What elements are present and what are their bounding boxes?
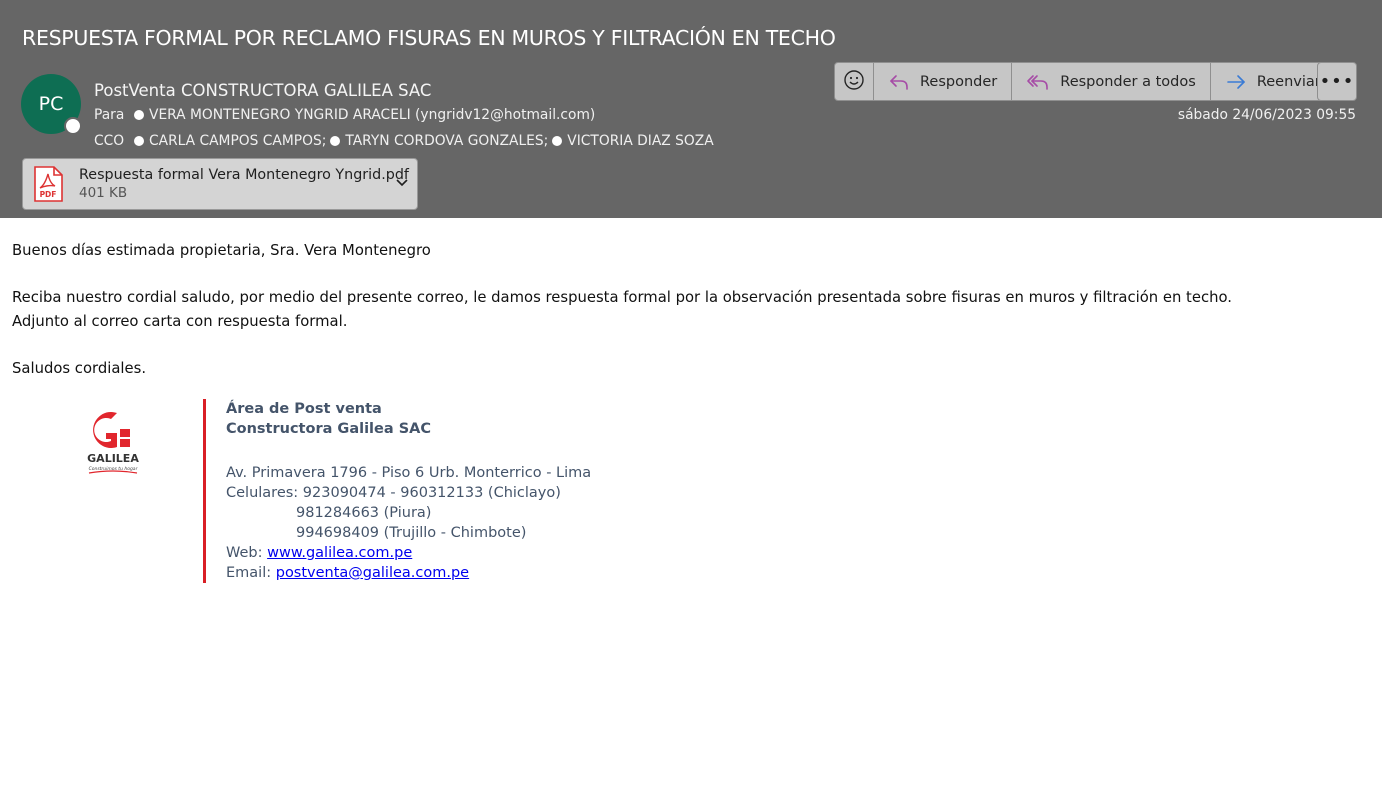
message-body: Buenos días estimada propietaria, Sra. V… [12, 239, 1372, 381]
body-line-2: Adjunto al correo carta con respuesta fo… [12, 313, 348, 330]
to-line: Para VERA MONTENEGRO YNGRID ARACELI (yng… [94, 107, 595, 123]
body-line-1: Reciba nuestro cordial saludo, por medio… [12, 289, 1232, 306]
recipient[interactable]: VERA MONTENEGRO YNGRID ARACELI (yngridv1… [134, 107, 595, 123]
message-header: RESPUESTA FORMAL POR RECLAMO FISURAS EN … [0, 0, 1382, 218]
chevron-down-icon[interactable] [395, 175, 409, 194]
sent-date: sábado 24/06/2023 09:55 [1177, 107, 1356, 123]
forward-arrow-icon [1225, 72, 1247, 92]
greeting: Buenos días estimada propietaria, Sra. V… [12, 242, 431, 259]
forward-label: Reenviar [1256, 73, 1321, 90]
cc-recipient[interactable]: VICTORIA DIAZ SOZA [552, 133, 714, 149]
email-link[interactable]: postventa@galilea.com.pe [276, 565, 469, 581]
signature-phone-3: 994698409 (Trujillo - Chimbote) [296, 525, 527, 541]
signature-company: Constructora Galilea SAC [226, 421, 432, 437]
signature-text: Área de Post venta Constructora Galilea … [226, 399, 591, 583]
email-label: Email: [226, 565, 276, 581]
action-toolbar: Responder Responder a todos Reenviar [834, 62, 1336, 101]
presence-dot-icon [330, 136, 341, 146]
signature-area: Área de Post venta [226, 401, 382, 417]
signature-address: Av. Primavera 1796 - Piso 6 Urb. Monterr… [226, 465, 592, 481]
avatar-initials: PC [38, 93, 64, 115]
signature-phones: Celulares: 923090474 - 960312133 (Chicla… [226, 485, 561, 501]
reply-all-button[interactable]: Responder a todos [1012, 63, 1211, 100]
more-icon: ••• [1319, 71, 1355, 92]
signature-divider [203, 399, 206, 583]
web-label: Web: [226, 545, 268, 561]
attachment-name: Respuesta formal Vera Montenegro Yngrid.… [79, 167, 409, 183]
presence-dot-icon [134, 110, 144, 120]
reply-label: Responder [920, 73, 998, 90]
pdf-file-icon: PDF [33, 166, 63, 202]
presence-dot-icon [134, 136, 144, 146]
attachment-card[interactable]: PDF Respuesta formal Vera Montenegro Yng… [22, 158, 418, 210]
recipient-name: VERA MONTENEGRO YNGRID ARACELI (yngridv1… [149, 107, 596, 123]
presence-status-icon [64, 117, 82, 135]
logo-wordmark: GALILEA [87, 452, 139, 465]
signature-phone-2: 981284663 (Piura) [296, 505, 432, 521]
cc-recipient[interactable]: CARLA CAMPOS CAMPOS; [134, 133, 326, 149]
cc-recipient-name: VICTORIA DIAZ SOZA [567, 133, 714, 149]
cc-recipient[interactable]: TARYN CORDOVA GONZALES; [330, 133, 548, 149]
closing: Saludos cordiales. [12, 360, 147, 377]
presence-dot-icon [552, 136, 563, 146]
web-link[interactable]: www.galilea.com.pe [267, 545, 412, 561]
smiley-icon [843, 69, 865, 95]
signature-web-line: Web: www.galilea.com.pe [226, 543, 591, 563]
cc-recipient-name: CARLA CAMPOS CAMPOS; [149, 133, 327, 149]
cc-label: CCO [94, 133, 125, 149]
emoji-reaction-button[interactable] [835, 63, 874, 100]
to-label: Para [94, 107, 125, 123]
reply-all-arrow-icon [1026, 72, 1050, 92]
attachment-size: 401 KB [79, 185, 128, 201]
signature-email-line: Email: postventa@galilea.com.pe [226, 563, 591, 583]
cc-recipient-name: TARYN CORDOVA GONZALES; [345, 133, 549, 149]
more-actions-button[interactable]: ••• [1317, 62, 1357, 101]
email-subject: RESPUESTA FORMAL POR RECLAMO FISURAS EN … [22, 26, 836, 50]
reply-button[interactable]: Responder [874, 63, 1013, 100]
reply-arrow-icon [888, 72, 910, 92]
pdf-icon-text: PDF [40, 190, 57, 199]
cc-line: CCO CARLA CAMPOS CAMPOS; TARYN CORDOVA G… [94, 133, 714, 149]
company-logo: GALILEA Construimos tu hogar [84, 407, 142, 477]
reply-all-label: Responder a todos [1060, 73, 1196, 90]
sender-name[interactable]: PostVenta CONSTRUCTORA GALILEA SAC [94, 81, 431, 100]
